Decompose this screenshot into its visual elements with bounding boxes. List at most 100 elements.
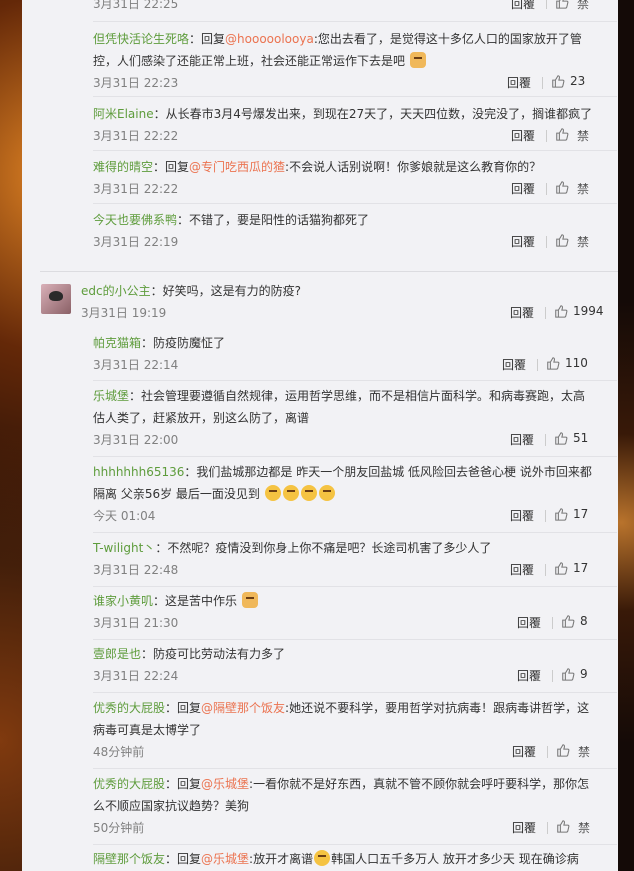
reply-button[interactable]: 回覆 [512, 743, 536, 760]
like-button[interactable]: 17 [554, 507, 588, 521]
thumb-up-icon [547, 357, 560, 370]
cat-emoji-icon [409, 52, 426, 68]
comment-username[interactable]: edc的小公主 [81, 284, 151, 298]
divider [93, 96, 617, 97]
reply-time: 48分钟前 [93, 745, 145, 759]
reply-text: :放开才离谱 [249, 852, 314, 866]
like-count: 51 [573, 431, 589, 445]
reply-button[interactable]: 回覆 [512, 819, 536, 836]
reply-button[interactable]: 回覆 [510, 507, 534, 524]
reply-username[interactable]: 乐城堡 [93, 389, 129, 403]
reply-time: 3月31日 22:00 [93, 433, 179, 447]
divider [93, 639, 617, 640]
reply-text: ：这是苦中作乐 [153, 594, 238, 608]
reply-time: 50分钟前 [93, 821, 145, 835]
thumb-up-icon [556, 181, 569, 194]
reply-username[interactable]: 谁家小黄叽 [93, 594, 153, 608]
reply-button[interactable]: 回覆 [507, 74, 531, 91]
reply-time: 3月31日 22:19 [93, 235, 179, 249]
like-button[interactable] [555, 127, 569, 141]
avatar[interactable] [41, 284, 71, 314]
reply-username[interactable]: T-wilight丶 [93, 541, 155, 555]
reply-button[interactable]: 回覆 [511, 127, 535, 144]
divider [93, 692, 617, 693]
reply-button[interactable]: 回覆 [511, 0, 535, 12]
thumb-up-icon [555, 432, 568, 445]
like-button[interactable]: 110 [546, 356, 588, 370]
reply-time: 3月31日 21:30 [93, 616, 179, 630]
reply-text: :您出去看了，是觉得这十多亿人口的国家放开了管 [313, 32, 582, 46]
like-button[interactable] [556, 743, 570, 757]
block-button[interactable]: 禁 [577, 233, 589, 250]
reply-username[interactable]: 难得的晴空 [93, 160, 153, 174]
mention-link[interactable]: @hooooolooya [225, 32, 314, 46]
divider [93, 150, 617, 151]
thumb-up-icon [556, 128, 569, 141]
divider [93, 380, 617, 381]
reply-text: ：不错了，要是阳性的话猫狗都死了 [177, 213, 370, 227]
emoji-icon [264, 485, 281, 501]
mention-link[interactable]: @专门吃西瓜的猹 [189, 160, 285, 174]
reply-prefix: ：回复 [165, 852, 202, 866]
block-button[interactable]: 禁 [577, 0, 589, 12]
like-button[interactable] [555, 180, 569, 194]
divider [552, 617, 553, 629]
thumb-up-icon [562, 615, 575, 628]
divider [552, 670, 553, 682]
reply-username[interactable]: 优秀的大屁股 [93, 701, 165, 715]
like-button[interactable]: 8 [561, 614, 588, 628]
emoji-icon [300, 485, 317, 501]
reply-button[interactable]: 回覆 [510, 561, 534, 578]
like-count: 9 [580, 667, 588, 681]
like-button[interactable]: 51 [554, 431, 588, 445]
thumb-up-icon [556, 234, 569, 247]
reply-text-cont: 么不顺应国家抗议趋势？美狗 [93, 799, 250, 813]
mention-link[interactable]: @隔壁那个饭友 [201, 701, 285, 715]
like-button[interactable]: 17 [554, 561, 588, 575]
reply-button[interactable]: 回覆 [510, 304, 534, 321]
mention-link[interactable]: @乐城堡 [201, 777, 249, 791]
reply-username[interactable]: 今天也要佛系鸭 [93, 213, 177, 227]
like-count: 8 [580, 614, 588, 628]
reply-username[interactable]: 优秀的大屁股 [93, 777, 165, 791]
like-button[interactable] [555, 233, 569, 247]
block-button[interactable]: 禁 [577, 127, 589, 144]
reply-time: 3月31日 22:48 [93, 563, 179, 577]
reply-username[interactable]: 帕克猫箱 [93, 336, 141, 350]
like-button[interactable]: 9 [561, 667, 588, 681]
block-button[interactable]: 禁 [578, 743, 590, 760]
divider [545, 564, 546, 576]
reply-time: 3月31日 22:14 [93, 358, 179, 372]
reply-username[interactable]: 阿米Elaine [93, 107, 154, 121]
comment-text: ：好笑吗，这是有力的防疫? [150, 284, 301, 298]
like-button[interactable] [555, 0, 569, 9]
reply-button[interactable]: 回覆 [517, 667, 541, 684]
sub-reply-item: 壹郎是也：防疫可比劳动法有力多了 3月31日 22:24 回覆 9 [81, 643, 617, 687]
reply-text: ：从长春市3月4号爆发出来，到现在27天了，天天四位数，没完没了，搁谁都疯了 [153, 107, 593, 121]
reply-prefix: ：回复 [165, 777, 202, 791]
thread-divider [40, 271, 618, 272]
reply-button[interactable]: 回覆 [510, 431, 534, 448]
reply-button[interactable]: 回覆 [502, 356, 526, 373]
reply-time: 3月31日 22:22 [93, 129, 179, 143]
block-button[interactable]: 禁 [578, 819, 590, 836]
reply-username[interactable]: 壹郎是也 [93, 647, 141, 661]
reply-text-cont: 估人类了，赶紧放开，别这么防了，离谱 [93, 411, 310, 425]
reply-prefix: ：回复 [189, 32, 226, 46]
reply-username[interactable]: 隔壁那个饭友 [93, 852, 165, 866]
reply-time: 3月31日 22:22 [93, 182, 179, 196]
reply-time: 3月31日 22:23 [93, 76, 179, 90]
reply-username[interactable]: hhhhhhh65136 [93, 465, 184, 479]
like-button[interactable]: 1994 [554, 304, 604, 318]
reply-button[interactable]: 回覆 [517, 614, 541, 631]
reply-username[interactable]: 但凭快活论生死咯 [93, 32, 189, 46]
block-button[interactable]: 禁 [577, 180, 589, 197]
like-button[interactable] [556, 819, 570, 833]
mention-link[interactable]: @乐城堡 [201, 852, 249, 866]
like-count: 17 [573, 561, 589, 575]
reply-button[interactable]: 回覆 [511, 180, 535, 197]
like-button[interactable]: 23 [551, 74, 585, 88]
reply-button[interactable]: 回覆 [511, 233, 535, 250]
sub-reply-list: 帕克猫箱：防疫防魔怔了 3月31日 22:14 回覆 110 乐城堡：社会管理要… [81, 326, 617, 871]
reply-text-cont: 病毒可真是太博学了 [93, 723, 202, 737]
